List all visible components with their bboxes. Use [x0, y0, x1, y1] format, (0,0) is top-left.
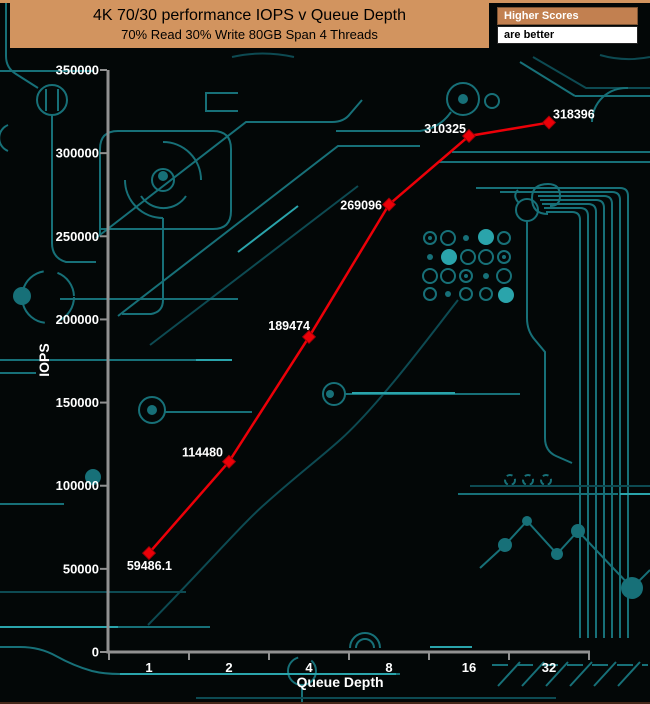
chart-title: 4K 70/30 performance IOPS v Queue Depth	[92, 7, 407, 24]
iops-line-chart: 0 50000 100000 150000 200000 250000 300000 3500…	[0, 0, 650, 704]
chart-subtitle: 70% Read 30% Write 80GB Span 4 Threads	[121, 27, 378, 42]
data-point-label: 310325	[424, 122, 466, 136]
y-tick-label: 50000	[63, 561, 99, 576]
x-tick-label: 32	[542, 660, 556, 675]
y-tick-label: 0	[92, 645, 99, 660]
data-point-label: 269096	[340, 199, 382, 213]
y-tick-label: 350000	[56, 63, 99, 78]
y-tick-label: 200000	[56, 312, 99, 327]
data-point-label: 189474	[268, 319, 310, 333]
chart-plot-area: 0 50000 100000 150000 200000 250000 300000 3500…	[36, 63, 595, 691]
data-point-label: 318396	[553, 108, 595, 122]
data-point-label: 59486.1	[127, 559, 172, 573]
scores-note-box: Higher Scores are better	[497, 7, 638, 44]
pcb-background-art	[0, 0, 650, 704]
y-tick-label: 250000	[56, 229, 99, 244]
x-axis-title: Queue Depth	[296, 674, 383, 690]
x-tick-label: 16	[462, 660, 476, 675]
scores-note-header: Higher Scores	[497, 7, 638, 25]
x-tick-label: 1	[145, 660, 152, 675]
y-tick-label: 300000	[56, 146, 99, 161]
data-point-label: 114480	[182, 446, 223, 460]
y-axis-title: IOPS	[36, 343, 52, 376]
x-tick-label: 2	[225, 660, 232, 675]
scores-note-body: are better	[497, 26, 638, 44]
x-tick-label: 4	[305, 660, 313, 675]
y-tick-label: 150000	[56, 395, 99, 410]
y-tick-label: 100000	[56, 478, 99, 493]
title-banner: 4K 70/30 performance IOPS v Queue Depth …	[10, 2, 489, 48]
x-tick-label: 8	[385, 660, 392, 675]
benchmark-chart-screenshot: 0 50000 100000 150000 200000 250000 300000 3500…	[0, 0, 650, 704]
